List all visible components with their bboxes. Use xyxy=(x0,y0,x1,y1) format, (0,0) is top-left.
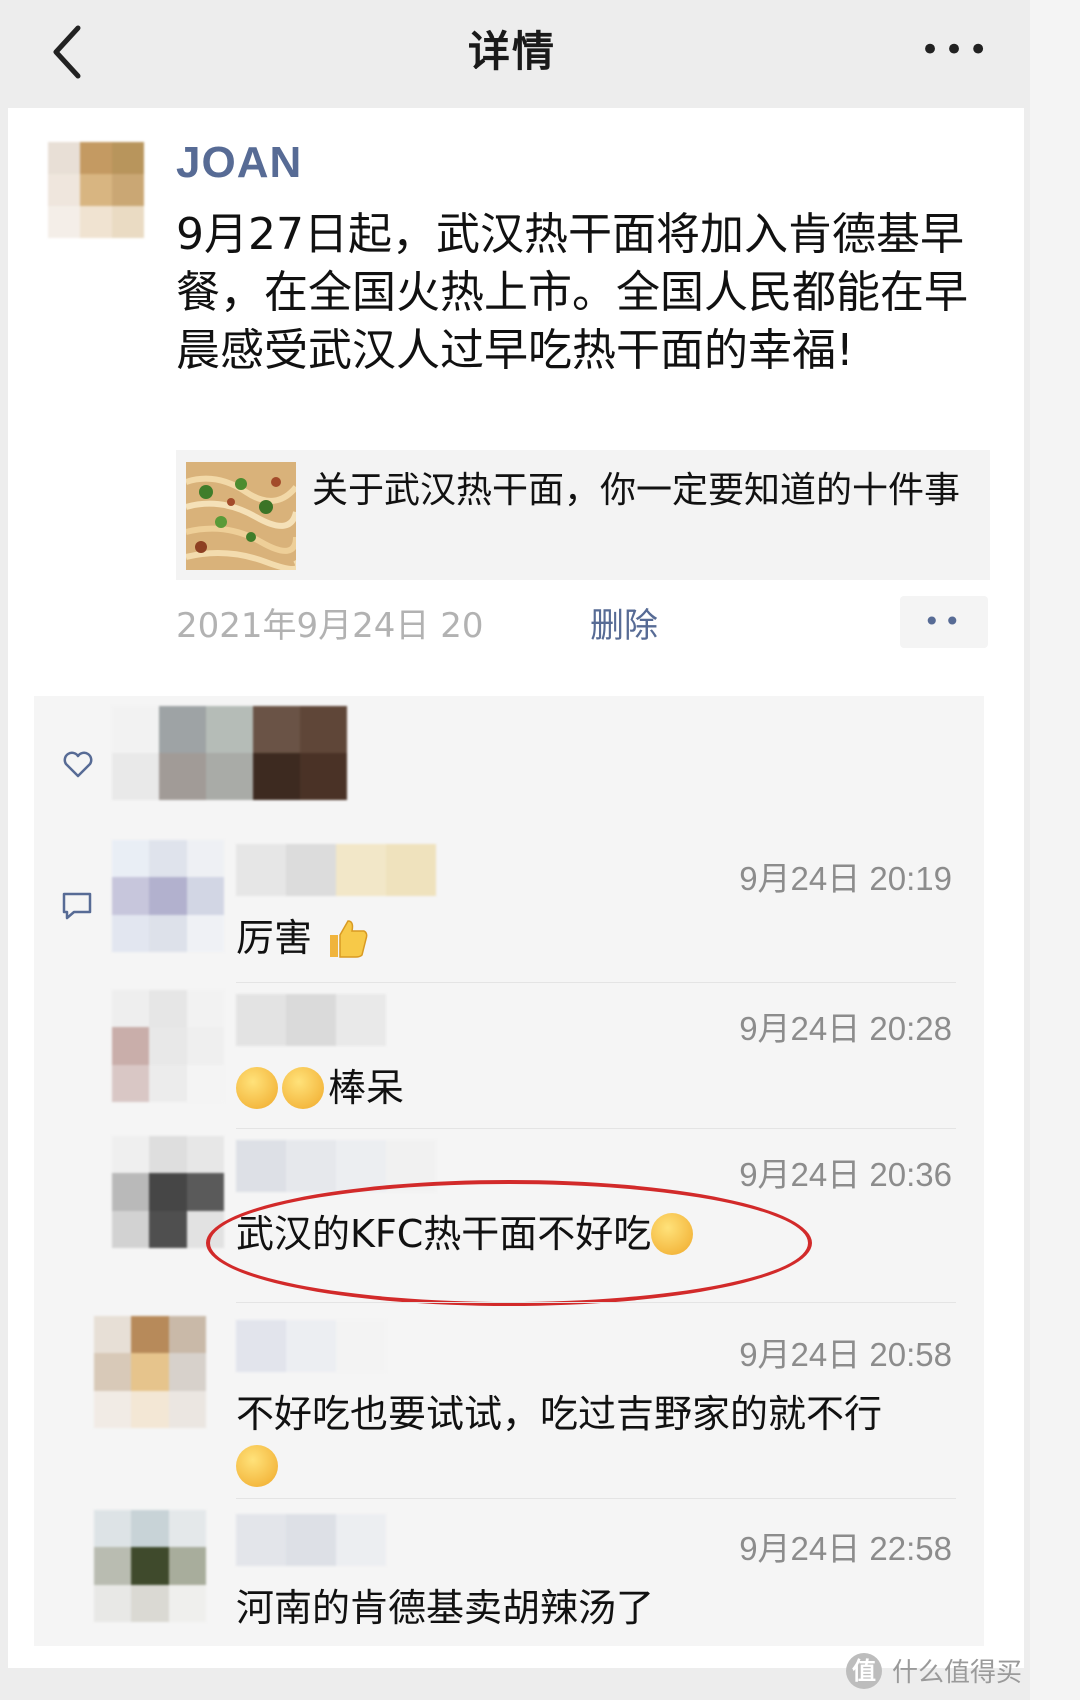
commenter-avatar[interactable] xyxy=(94,1510,206,1622)
right-edge xyxy=(1030,0,1080,1700)
author-name[interactable]: JOAN xyxy=(176,138,302,188)
watermark-logo: 值 xyxy=(845,1652,882,1689)
commenter-name[interactable] xyxy=(236,1320,386,1372)
red-highlight-circle xyxy=(206,1180,812,1306)
commenter-name[interactable] xyxy=(236,844,436,896)
comment-divider xyxy=(236,1498,956,1499)
commenter-avatar[interactable] xyxy=(94,1316,206,1428)
comment-item[interactable]: 9月24日 22:58 河南的肯德基卖胡辣汤了 xyxy=(94,1510,962,1630)
comment-divider xyxy=(236,982,956,983)
comment-text: 河南的肯德基卖胡辣汤了 xyxy=(236,1586,655,1630)
delete-link[interactable]: 删除 xyxy=(590,598,658,647)
comment-text-content: 不好吃也要试试，吃过吉野家的就不行 xyxy=(236,1392,883,1436)
commenter-avatar[interactable] xyxy=(112,1136,224,1248)
timestamp-blur xyxy=(520,592,580,644)
crying-face-emoji-icon xyxy=(236,1445,278,1487)
like-avatar-list[interactable] xyxy=(112,706,347,800)
comment-divider xyxy=(236,1128,956,1129)
commenter-avatar[interactable] xyxy=(112,840,224,952)
comment-time: 9月24日 22:58 xyxy=(739,1530,952,1567)
comment-time: 9月24日 20:28 xyxy=(739,1010,952,1047)
comment-item[interactable]: 9月24日 20:28 棒呆 xyxy=(112,990,962,1110)
shared-article-card[interactable]: 关于武汉热干面，你一定要知道的十件事 xyxy=(176,450,990,580)
noodle-thumbnail xyxy=(186,462,296,570)
like-comment-button[interactable]: •• xyxy=(900,596,988,648)
commenter-name[interactable] xyxy=(236,994,386,1046)
post-text: 9月27日起，武汉热干面将加入肯德基早餐，在全国火热上市。全国人民都能在早晨感受… xyxy=(176,209,968,376)
comment-text-content: 厉害 xyxy=(236,916,313,960)
watermark-text: 什么值得买 xyxy=(891,1658,1022,1688)
navigation-bar: 详情 ••• xyxy=(0,0,1024,104)
thumbs-up-emoji-icon xyxy=(330,920,368,958)
comment-text: 棒呆 xyxy=(236,1062,956,1114)
comment-icon xyxy=(62,892,92,920)
comment-text-content: 棒呆 xyxy=(328,1066,405,1110)
surprised-face-emoji-icon xyxy=(236,1067,278,1109)
comment-text: 厉害 xyxy=(236,912,956,964)
commenter-avatar[interactable] xyxy=(112,990,224,1102)
comment-divider xyxy=(236,1302,956,1303)
watermark: 值 什么值得买 xyxy=(845,1652,1022,1689)
surprised-face-emoji-icon xyxy=(282,1067,324,1109)
post-timestamp: 2021年9月24日 20 xyxy=(176,606,484,646)
comment-time: 9月24日 20:19 xyxy=(739,860,952,897)
page-title: 详情 xyxy=(467,27,556,76)
comment-time: 9月24日 20:58 xyxy=(739,1336,952,1373)
comment-item[interactable]: 9月24日 20:19 厉害 xyxy=(112,840,962,960)
more-options-icon[interactable]: ••• xyxy=(920,30,990,70)
commenter-name[interactable] xyxy=(236,1514,386,1566)
comment-time: 9月24日 20:36 xyxy=(739,1156,952,1193)
comment-item[interactable]: 9月24日 20:58 不好吃也要试试，吃过吉野家的就不行 xyxy=(94,1316,962,1487)
author-avatar[interactable] xyxy=(48,142,144,238)
article-title: 关于武汉热干面，你一定要知道的十件事 xyxy=(312,470,961,511)
comment-text: 不好吃也要试试，吃过吉野家的就不行 xyxy=(236,1388,956,1492)
heart-icon xyxy=(63,751,93,778)
